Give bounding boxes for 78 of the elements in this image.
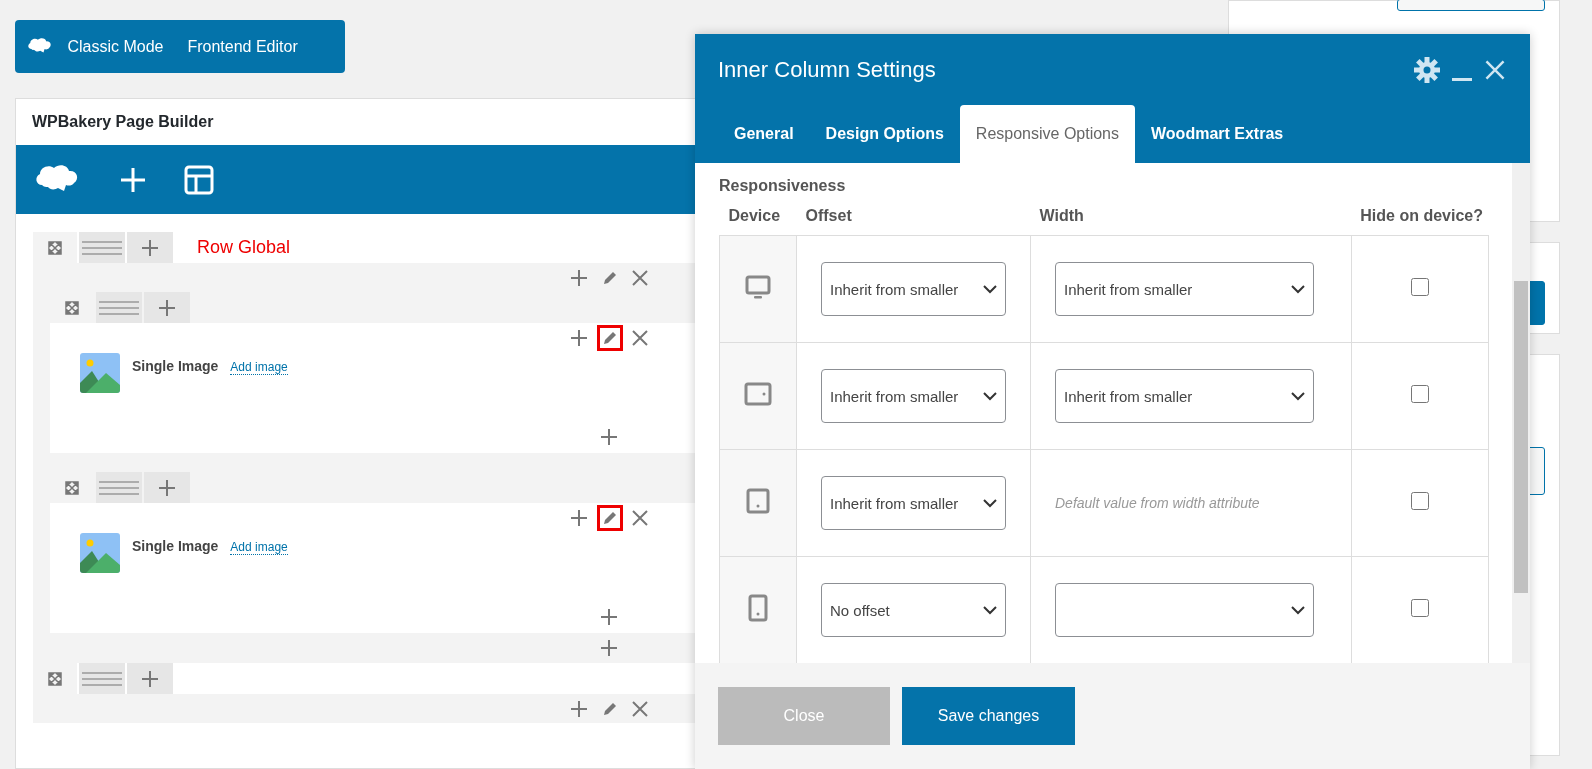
width-note: Default value from width attribute [1055, 495, 1260, 511]
width-select[interactable]: Inherit from smaller [1055, 262, 1314, 316]
plus-icon [568, 267, 589, 288]
expand-tab[interactable] [33, 232, 77, 263]
element-name: Single Image [132, 538, 219, 554]
drag-handle[interactable] [96, 292, 142, 323]
chevron-down-icon [983, 605, 997, 615]
drag-handle[interactable] [79, 663, 125, 694]
chevron-down-icon [983, 391, 997, 401]
image-icon [80, 353, 120, 393]
monitor-icon [745, 274, 771, 300]
save-button[interactable]: Save changes [902, 687, 1075, 745]
hide-checkbox[interactable] [1410, 599, 1429, 617]
drag-lines-icon [82, 671, 122, 686]
add-column-tab[interactable] [127, 663, 173, 694]
plus-icon [568, 698, 589, 719]
column-header: Device [719, 207, 797, 236]
dialog-title: Inner Column Settings [718, 56, 937, 83]
chevron-down-icon [983, 284, 997, 294]
layout-icon [184, 164, 214, 195]
add-column-tab[interactable] [127, 232, 173, 263]
plus-icon [157, 477, 177, 498]
row-label: Row Global [197, 237, 291, 258]
close-icon [1484, 58, 1506, 81]
dialog-tab[interactable]: Design Options [809, 105, 960, 163]
column-header: Width [1030, 207, 1352, 236]
dialog-tab[interactable]: General [718, 105, 810, 163]
scrollbar[interactable] [1512, 163, 1530, 663]
dialog-tab[interactable]: Woodmart Extras [1135, 105, 1300, 163]
element-name: Single Image [132, 358, 219, 374]
hide-checkbox[interactable] [1410, 385, 1429, 403]
plus-icon [598, 638, 619, 658]
drag-handle[interactable] [79, 232, 125, 263]
hide-checkbox[interactable] [1410, 492, 1429, 510]
edit-button[interactable] [596, 325, 623, 351]
close-icon [630, 268, 649, 287]
editor-mode-button[interactable]: Classic Mode [57, 37, 174, 56]
plus-icon [140, 237, 160, 258]
plus-icon [598, 607, 619, 627]
tablet-portrait-icon [746, 488, 770, 514]
column-header: Offset [796, 207, 1031, 236]
chevron-down-icon [983, 498, 997, 508]
drag-lines-icon [82, 240, 122, 255]
plus-icon [140, 668, 160, 689]
builder-title: WPBakery Page Builder [31, 112, 215, 132]
add-image-link[interactable]: Add image [230, 360, 288, 375]
dialog-tab[interactable]: Responsive Options [959, 105, 1135, 163]
offset-select[interactable]: Inherit from smaller [821, 262, 1006, 316]
plus-icon [568, 328, 589, 348]
plus-icon [568, 508, 589, 528]
chevron-down-icon [1291, 605, 1305, 615]
column-header: Hide on device? [1351, 207, 1489, 236]
offset-select[interactable]: No offset [821, 583, 1006, 637]
drag-lines-icon [99, 300, 139, 315]
image-icon [80, 533, 120, 573]
close-icon [630, 509, 649, 527]
chevron-down-icon [1291, 391, 1305, 401]
chevron-down-icon [1291, 284, 1305, 294]
editor-mode-button[interactable]: Frontend Editor [177, 37, 308, 56]
tablet-landscape-icon [744, 381, 772, 407]
width-select[interactable] [1055, 583, 1314, 637]
edit-button[interactable] [596, 505, 623, 531]
settings-icon[interactable] [1414, 56, 1440, 83]
drag-handle[interactable] [96, 472, 142, 503]
width-select[interactable]: Inherit from smaller [1055, 369, 1314, 423]
drag-lines-icon [99, 480, 139, 495]
add-image-link[interactable]: Add image [230, 540, 288, 555]
phone-icon [748, 594, 768, 622]
hide-checkbox[interactable] [1410, 278, 1429, 296]
add-column-tab[interactable] [144, 472, 190, 503]
offset-select[interactable]: Inherit from smaller [821, 369, 1006, 423]
close-icon [630, 329, 649, 347]
close-icon [630, 699, 649, 718]
add-column-tab[interactable] [144, 292, 190, 323]
plus-icon [157, 297, 177, 318]
plus-icon [598, 427, 619, 447]
offset-select[interactable]: Inherit from smaller [821, 476, 1006, 530]
section-heading: Responsiveness [719, 177, 847, 195]
